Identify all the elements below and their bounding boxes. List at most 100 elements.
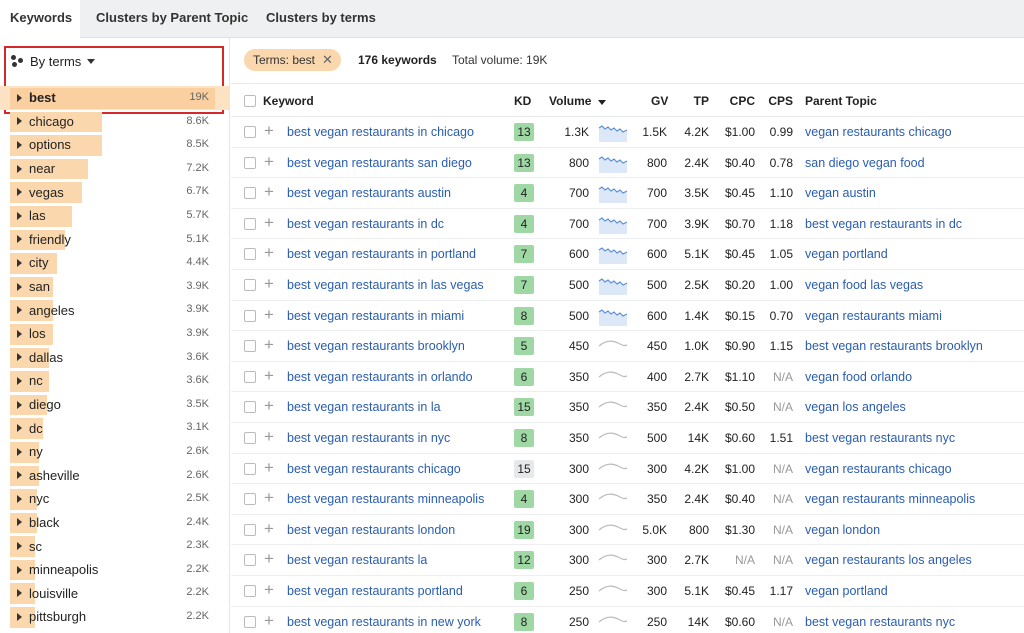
expand-arrow-icon[interactable] bbox=[17, 589, 22, 598]
term-item[interactable]: city 4.4K bbox=[0, 251, 229, 275]
add-to-list-icon[interactable]: + bbox=[264, 120, 274, 142]
term-item[interactable]: san 3.9K bbox=[0, 275, 229, 299]
row-checkbox[interactable] bbox=[244, 401, 256, 414]
header-gv[interactable]: GV bbox=[651, 92, 668, 110]
add-to-list-icon[interactable]: + bbox=[264, 242, 274, 264]
keyword-link[interactable]: best vegan restaurants minneapolis bbox=[287, 484, 484, 514]
row-checkbox[interactable] bbox=[244, 340, 256, 353]
row-checkbox[interactable] bbox=[244, 126, 256, 138]
close-icon[interactable]: ✕ bbox=[322, 52, 333, 68]
parent-topic-link[interactable]: vegan restaurants minneapolis bbox=[805, 484, 975, 514]
tab-clusters-parent-topic[interactable]: Clusters by Parent Topic bbox=[86, 0, 258, 38]
tab-keywords[interactable]: Keywords bbox=[0, 0, 80, 39]
row-checkbox[interactable] bbox=[244, 554, 256, 567]
expand-arrow-icon[interactable] bbox=[17, 542, 22, 551]
row-checkbox[interactable] bbox=[244, 248, 256, 261]
row-checkbox[interactable] bbox=[244, 217, 256, 230]
expand-arrow-icon[interactable] bbox=[17, 258, 22, 267]
term-item[interactable]: sc 2.3K bbox=[0, 534, 229, 558]
term-item[interactable]: friendly 5.1K bbox=[0, 228, 229, 252]
keyword-link[interactable]: best vegan restaurants in chicago bbox=[287, 117, 474, 147]
add-to-list-icon[interactable]: + bbox=[264, 273, 274, 295]
keyword-link[interactable]: best vegan restaurants in portland bbox=[287, 239, 476, 269]
keyword-link[interactable]: best vegan restaurants in las vegas bbox=[287, 270, 484, 300]
term-item[interactable]: nyc 2.5K bbox=[0, 487, 229, 511]
parent-topic-link[interactable]: best vegan restaurants in dc bbox=[805, 209, 962, 239]
terms-filter-chip[interactable]: Terms: best ✕ bbox=[244, 49, 341, 71]
expand-arrow-icon[interactable] bbox=[17, 424, 22, 433]
add-to-list-icon[interactable]: + bbox=[264, 579, 274, 601]
expand-arrow-icon[interactable] bbox=[17, 518, 22, 527]
expand-arrow-icon[interactable] bbox=[17, 400, 22, 409]
add-to-list-icon[interactable]: + bbox=[264, 610, 274, 632]
keyword-link[interactable]: best vegan restaurants portland bbox=[287, 576, 463, 606]
term-item[interactable]: vegas 6.7K bbox=[0, 180, 229, 204]
parent-topic-link[interactable]: best vegan restaurants nyc bbox=[805, 607, 955, 633]
parent-topic-link[interactable]: vegan restaurants los angeles bbox=[805, 545, 972, 575]
add-to-list-icon[interactable]: + bbox=[264, 518, 274, 540]
expand-arrow-icon[interactable] bbox=[17, 235, 22, 244]
keyword-link[interactable]: best vegan restaurants san diego bbox=[287, 148, 472, 178]
parent-topic-link[interactable]: vegan restaurants miami bbox=[805, 301, 942, 331]
parent-topic-link[interactable]: vegan restaurants chicago bbox=[805, 454, 952, 484]
parent-topic-link[interactable]: vegan london bbox=[805, 515, 880, 545]
add-to-list-icon[interactable]: + bbox=[264, 334, 274, 356]
keyword-link[interactable]: best vegan restaurants brooklyn bbox=[287, 331, 465, 361]
by-terms-dropdown[interactable]: By terms bbox=[10, 52, 96, 70]
term-item[interactable]: best 19K bbox=[0, 86, 229, 110]
expand-arrow-icon[interactable] bbox=[17, 211, 22, 220]
term-item[interactable]: minneapolis 2.2K bbox=[0, 558, 229, 582]
expand-arrow-icon[interactable] bbox=[17, 471, 22, 480]
term-item[interactable]: louisville 2.2K bbox=[0, 581, 229, 605]
expand-arrow-icon[interactable] bbox=[17, 117, 22, 126]
add-to-list-icon[interactable]: + bbox=[264, 304, 274, 326]
row-checkbox[interactable] bbox=[244, 431, 256, 444]
expand-arrow-icon[interactable] bbox=[17, 447, 22, 456]
header-cpc[interactable]: CPC bbox=[729, 92, 755, 110]
expand-arrow-icon[interactable] bbox=[17, 188, 22, 197]
expand-arrow-icon[interactable] bbox=[17, 612, 22, 621]
parent-topic-link[interactable]: vegan austin bbox=[805, 178, 876, 208]
parent-topic-link[interactable]: vegan food orlando bbox=[805, 362, 912, 392]
term-item[interactable]: las 5.7K bbox=[0, 204, 229, 228]
row-checkbox[interactable] bbox=[244, 523, 256, 536]
term-item[interactable]: angeles 3.9K bbox=[0, 298, 229, 322]
tab-clusters-terms[interactable]: Clusters by terms bbox=[256, 0, 386, 38]
term-item[interactable]: dallas 3.6K bbox=[0, 346, 229, 370]
header-volume[interactable]: Volume bbox=[549, 92, 606, 110]
keyword-link[interactable]: best vegan restaurants in miami bbox=[287, 301, 464, 331]
select-all-checkbox[interactable] bbox=[244, 95, 256, 107]
row-checkbox[interactable] bbox=[244, 187, 256, 200]
add-to-list-icon[interactable]: + bbox=[264, 487, 274, 509]
expand-arrow-icon[interactable] bbox=[17, 164, 22, 173]
parent-topic-link[interactable]: vegan food las vegas bbox=[805, 270, 923, 300]
term-item[interactable]: los 3.9K bbox=[0, 322, 229, 346]
row-checkbox[interactable] bbox=[244, 278, 256, 291]
expand-arrow-icon[interactable] bbox=[17, 93, 22, 102]
term-item[interactable]: diego 3.5K bbox=[0, 393, 229, 417]
expand-arrow-icon[interactable] bbox=[17, 140, 22, 149]
expand-arrow-icon[interactable] bbox=[17, 329, 22, 338]
add-to-list-icon[interactable]: + bbox=[264, 426, 274, 448]
expand-arrow-icon[interactable] bbox=[17, 494, 22, 503]
parent-topic-link[interactable]: best vegan restaurants brooklyn bbox=[805, 331, 983, 361]
expand-arrow-icon[interactable] bbox=[17, 376, 22, 385]
add-to-list-icon[interactable]: + bbox=[264, 212, 274, 234]
term-item[interactable]: dc 3.1K bbox=[0, 416, 229, 440]
row-checkbox[interactable] bbox=[244, 584, 256, 597]
keyword-link[interactable]: best vegan restaurants london bbox=[287, 515, 455, 545]
row-checkbox[interactable] bbox=[244, 493, 256, 506]
term-item[interactable]: chicago 8.6K bbox=[0, 110, 229, 134]
keyword-link[interactable]: best vegan restaurants in la bbox=[287, 392, 441, 422]
parent-topic-link[interactable]: vegan portland bbox=[805, 576, 888, 606]
expand-arrow-icon[interactable] bbox=[17, 306, 22, 315]
add-to-list-icon[interactable]: + bbox=[264, 365, 274, 387]
term-item[interactable]: ny 2.6K bbox=[0, 440, 229, 464]
header-cps[interactable]: CPS bbox=[767, 92, 793, 110]
keyword-link[interactable]: best vegan restaurants austin bbox=[287, 178, 451, 208]
keyword-link[interactable]: best vegan restaurants la bbox=[287, 545, 427, 575]
add-to-list-icon[interactable]: + bbox=[264, 181, 274, 203]
add-to-list-icon[interactable]: + bbox=[264, 457, 274, 479]
term-item[interactable]: asheville 2.6K bbox=[0, 464, 229, 488]
term-item[interactable]: black 2.4K bbox=[0, 511, 229, 535]
